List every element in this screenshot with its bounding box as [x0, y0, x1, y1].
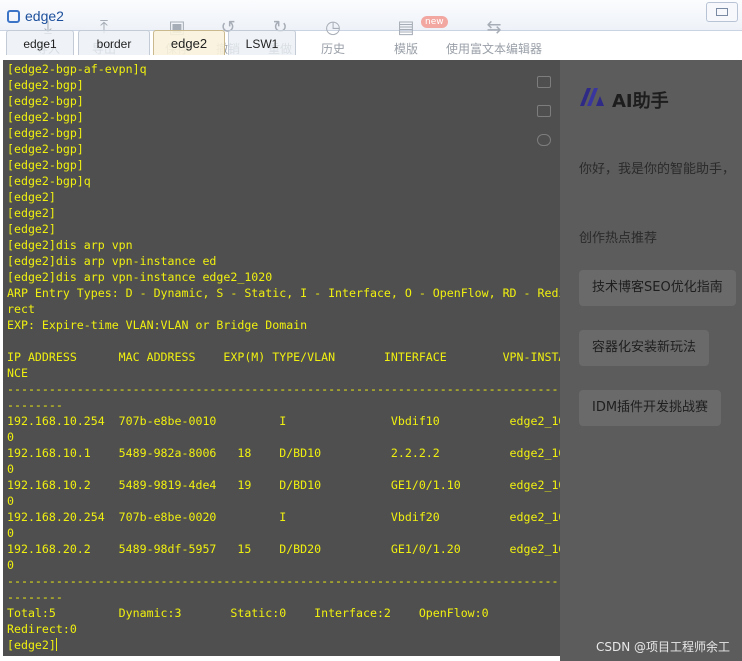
- layout-icon[interactable]: [537, 76, 551, 88]
- terminal-line: 0: [7, 494, 14, 508]
- terminal-line: [edge2]: [7, 206, 56, 220]
- terminal-line: [edge2]: [7, 222, 56, 236]
- terminal-line: [edge2-bgp]: [7, 158, 84, 172]
- terminal-line: [edge2-bgp]: [7, 142, 84, 156]
- terminal-line: [edge2-bgp]: [7, 110, 84, 124]
- terminal-line: 0: [7, 430, 14, 444]
- hot-topic-chip[interactable]: IDM插件开发挑战赛: [579, 390, 722, 426]
- terminal-line: 0: [7, 462, 14, 476]
- terminal-line: [edge2]: [7, 638, 56, 652]
- hot-topics-heading: 创作热点推荐: [579, 231, 658, 246]
- terminal-console[interactable]: [edge2-bgp-af-evpn]q [edge2-bgp] [edge2-…: [3, 60, 561, 656]
- terminal-line: rect: [7, 302, 35, 316]
- terminal-line: [edge2-bgp]: [7, 78, 84, 92]
- terminal-line: 192.168.20.2 5489-98df-5957 15 D/BD20 GE…: [7, 542, 561, 556]
- terminal-line: 192.168.10.1 5489-982a-8006 18 D/BD10 2.…: [7, 446, 561, 460]
- history-button[interactable]: ◷ 历史: [321, 18, 345, 57]
- terminal-line: 0: [7, 558, 14, 572]
- terminal-line: [edge2-bgp-af-evpn]q: [7, 62, 147, 76]
- ai-greeting: 你好，我是你的智能助手，: [579, 162, 736, 177]
- csdn-watermark: CSDN @项目工程师余工: [595, 640, 730, 654]
- hot-topic-chip[interactable]: 技术博客SEO优化指南: [579, 270, 736, 306]
- terminal-line: [edge2]dis arp vpn-instance edge2_1020: [7, 270, 273, 284]
- terminal-line: 192.168.20.254 707b-e8be-0020 I Vbdif20 …: [7, 510, 561, 524]
- switch-editor-icon: ⇆: [486, 17, 502, 38]
- restore-window-button[interactable]: [706, 2, 738, 22]
- terminal-line: [edge2]dis arp vpn-instance ed: [7, 254, 217, 268]
- terminal-output: [edge2-bgp-af-evpn]q [edge2-bgp] [edge2-…: [7, 61, 561, 653]
- ai-panel-title: AI助手: [612, 91, 669, 112]
- terminal-line: ARP Entry Types: D - Dynamic, S - Static…: [7, 286, 561, 300]
- hot-topic-chip[interactable]: 容器化安装新玩法: [579, 330, 710, 366]
- tab-edge1[interactable]: edge1: [6, 30, 74, 55]
- terminal-line: NCE: [7, 366, 28, 380]
- eye-icon[interactable]: [537, 134, 551, 146]
- terminal-line: 192.168.10.254 707b-e8be-0010 I Vbdif10 …: [7, 414, 561, 428]
- terminal-line: 0: [7, 526, 14, 540]
- history-icon: ◷: [325, 17, 341, 38]
- terminal-line: ----------------------------------------…: [7, 382, 561, 396]
- terminal-line: [edge2-bgp]q: [7, 174, 91, 188]
- terminal-line: [edge2]dis arp vpn: [7, 238, 133, 252]
- terminal-line: [edge2-bgp]: [7, 94, 84, 108]
- terminal-line: 192.168.10.2 5489-9819-4de4 19 D/BD10 GE…: [7, 478, 561, 492]
- template-button[interactable]: ▤ 模版 new: [394, 16, 448, 57]
- split-view-icon[interactable]: [537, 105, 551, 117]
- terminal-line: Redirect:0: [7, 622, 77, 636]
- terminal-line: [edge2]: [7, 190, 56, 204]
- terminal-cursor: [55, 638, 57, 651]
- terminal-line: Total:5 Dynamic:3 Static:0 Interface:2 O…: [7, 606, 489, 620]
- ai-assistant-panel: AI助手 你好，我是你的智能助手， 创作热点推荐 技术博客SEO优化指南 容器化…: [560, 60, 742, 661]
- terminal-line: ----------------------------------------…: [7, 574, 561, 588]
- terminal-line: IP ADDRESS MAC ADDRESS EXP(M) TYPE/VLAN …: [7, 350, 561, 364]
- tab-edge2[interactable]: edge2: [153, 30, 225, 55]
- template-icon: ▤: [397, 17, 415, 38]
- terminal-line: --------: [7, 590, 63, 604]
- tab-lsw1[interactable]: LSW1: [228, 30, 296, 55]
- terminal-line: [edge2-bgp]: [7, 126, 84, 140]
- ai-logo-icon: [580, 88, 604, 106]
- tab-border[interactable]: border: [78, 30, 150, 55]
- terminal-line: EXP: Expire-time VLAN:VLAN or Bridge Dom…: [7, 318, 308, 332]
- new-badge: new: [421, 16, 448, 28]
- rich-text-editor-button[interactable]: ⇆ 使用富文本编辑器: [446, 18, 542, 57]
- terminal-line: --------: [7, 398, 63, 412]
